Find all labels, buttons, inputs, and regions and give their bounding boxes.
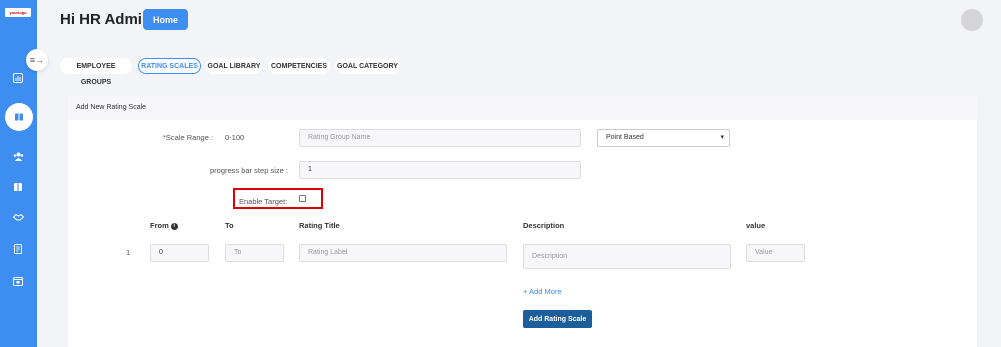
- dashboard-icon[interactable]: [9, 69, 27, 87]
- description-input[interactable]: Description: [523, 244, 731, 269]
- scale-type-value: Point Based: [606, 134, 644, 141]
- chevron-down-icon: ▾: [720, 134, 724, 141]
- users-icon[interactable]: [9, 147, 27, 165]
- tab-competencies[interactable]: COMPETENCIES: [268, 58, 330, 74]
- book-icon[interactable]: [5, 103, 33, 131]
- tab-rating-scales[interactable]: RATING SCALES: [138, 58, 201, 74]
- column-rating-title: Rating Title: [299, 221, 340, 230]
- column-value: value: [746, 221, 766, 230]
- column-description: Description: [523, 221, 565, 230]
- report-icon[interactable]: [9, 240, 27, 258]
- from-input[interactable]: 0: [150, 244, 209, 262]
- sidebar-toggle-button[interactable]: ≡→: [26, 49, 48, 71]
- home-button[interactable]: Home: [143, 9, 188, 30]
- column-from: From i: [150, 221, 178, 230]
- scale-range-value: 0-100: [225, 133, 245, 142]
- add-more-link[interactable]: + Add More: [523, 287, 562, 296]
- row-index: 1: [126, 248, 131, 257]
- step-size-label: progress bar step size :: [210, 166, 288, 175]
- add-rating-scale-button[interactable]: Add Rating Scale: [523, 310, 592, 328]
- calendar-icon[interactable]: [9, 272, 27, 290]
- tab-employee-groups[interactable]: EMPLOYEE GROUPS: [60, 58, 132, 86]
- rating-title-input[interactable]: Rating Label: [299, 244, 507, 262]
- collapse-icon: ≡→: [29, 55, 45, 65]
- tab-goal-library[interactable]: GOAL LIBRARY: [206, 58, 262, 74]
- step-size-input[interactable]: 1: [299, 161, 581, 179]
- page-greeting: Hi HR Admin: [60, 11, 152, 28]
- section-title: Add New Rating Scale: [68, 96, 977, 120]
- enable-target-checkbox[interactable]: [299, 195, 306, 202]
- to-input[interactable]: To: [225, 244, 284, 262]
- handshake-icon[interactable]: [9, 208, 27, 226]
- value-input[interactable]: Value: [746, 244, 805, 262]
- column-from-label: From: [150, 221, 169, 230]
- enable-target-label: Enable Target:: [239, 197, 288, 206]
- tab-goal-category[interactable]: GOAL CATEGORY: [335, 58, 400, 74]
- library-icon[interactable]: [9, 178, 27, 196]
- scale-range-label: *Scale Range :: [163, 133, 214, 142]
- avatar[interactable]: [961, 9, 983, 31]
- app-logo: yourlogo: [5, 8, 31, 17]
- info-icon[interactable]: i: [170, 222, 178, 230]
- rating-group-name-input[interactable]: Rating Group Name: [299, 129, 581, 147]
- column-to: To: [225, 221, 234, 230]
- scale-type-select[interactable]: Point Based ▾: [597, 129, 730, 147]
